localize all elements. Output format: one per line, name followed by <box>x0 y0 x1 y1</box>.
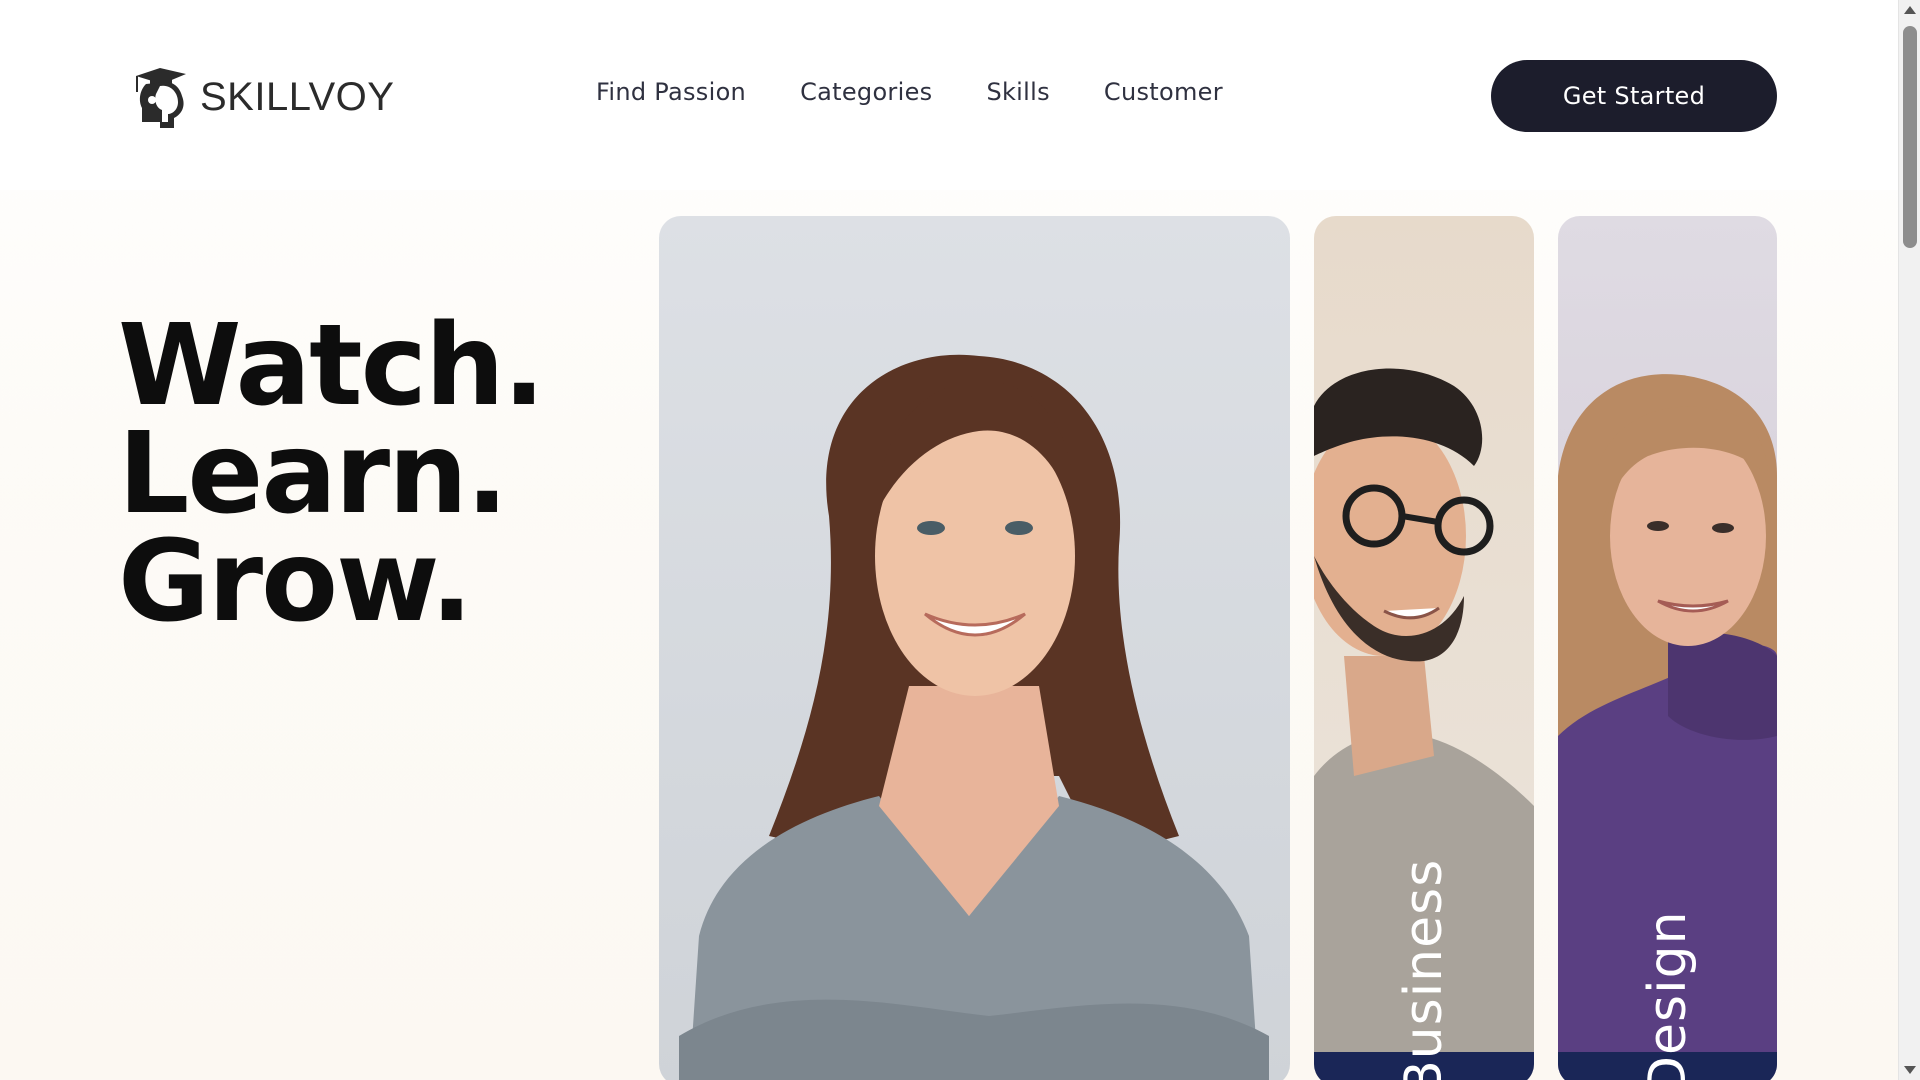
scroll-up-arrow-icon[interactable] <box>1904 6 1916 14</box>
page-scrollbar[interactable] <box>1898 0 1920 1080</box>
featured-instructor-card[interactable] <box>659 216 1290 1080</box>
scrollbar-thumb[interactable] <box>1903 26 1917 248</box>
site-header: SKILLVOY Find Passion Categories Skills … <box>0 0 1898 190</box>
nav-find-passion[interactable]: Find Passion <box>596 78 746 106</box>
brand-name: SKILLVOY <box>200 74 395 119</box>
hero-line-grow: Grow. <box>118 517 473 647</box>
instructor-portrait-image <box>679 354 1269 1080</box>
get-started-button[interactable]: Get Started <box>1491 60 1777 132</box>
main-nav: Find Passion Categories Skills Customer <box>596 78 1223 106</box>
hero-line-learn: Learn. <box>118 409 508 539</box>
hero-line-watch: Watch. <box>118 301 545 431</box>
graduate-head-icon <box>136 68 186 128</box>
nav-categories[interactable]: Categories <box>800 78 932 106</box>
category-card-business[interactable]: Business <box>1314 216 1534 1080</box>
hero-headline: Watch. Learn. Grow. <box>118 301 545 647</box>
scroll-down-arrow-icon[interactable] <box>1904 1066 1916 1074</box>
nav-customer[interactable]: Customer <box>1104 78 1223 106</box>
nav-skills[interactable]: Skills <box>986 78 1049 106</box>
category-label-business: Business <box>1394 858 1454 1080</box>
category-label-design: Design <box>1637 910 1698 1080</box>
category-card-design[interactable]: Design <box>1558 216 1777 1080</box>
brand-logo[interactable]: SKILLVOY <box>130 62 394 132</box>
